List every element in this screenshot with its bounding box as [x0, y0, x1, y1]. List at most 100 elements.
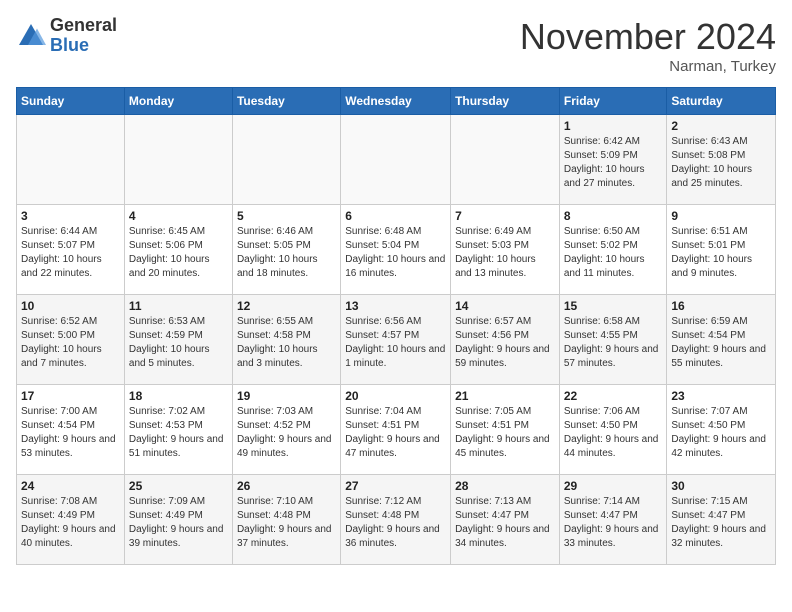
logo-text: General Blue [50, 16, 117, 56]
calendar-cell: 21 Sunrise: 7:05 AM Sunset: 4:51 PM Dayli… [451, 385, 560, 475]
day-info: Sunrise: 6:44 AM Sunset: 5:07 PM Dayligh… [21, 225, 120, 281]
calendar-cell: 18 Sunrise: 7:02 AM Sunset: 4:53 PM Dayli… [124, 385, 232, 475]
day-number: 16 [671, 299, 771, 313]
calendar-week-row: 24 Sunrise: 7:08 AM Sunset: 4:49 PM Dayli… [17, 475, 776, 565]
calendar-cell: 8 Sunrise: 6:50 AM Sunset: 5:02 PM Daylig… [559, 205, 667, 295]
day-number: 3 [21, 209, 120, 223]
day-info: Sunrise: 7:06 AM Sunset: 4:50 PM Dayligh… [564, 405, 663, 461]
day-info: Sunrise: 7:14 AM Sunset: 4:47 PM Dayligh… [564, 495, 663, 551]
calendar-cell: 19Sunrise: 7:03 AM Sunset: 4:52 PM Dayli… [232, 385, 340, 475]
day-info: Sunrise: 7:04 AM Sunset: 4:51 PM Dayligh… [345, 405, 446, 461]
day-number: 24 [21, 479, 120, 493]
day-info: Sunrise: 7:02 AM Sunset: 4:53 PM Dayligh… [129, 405, 228, 461]
calendar-cell: 26 Sunrise: 7:10 AM Sunset: 4:48 PM Dayli… [232, 475, 340, 565]
day-number: 14 [455, 299, 555, 313]
location: Narman, Turkey [520, 58, 776, 75]
day-number: 18 [129, 389, 228, 403]
logo-icon [16, 21, 46, 51]
day-number: 1 [564, 119, 663, 133]
day-info: Sunrise: 7:07 AM Sunset: 4:50 PM Dayligh… [671, 405, 771, 461]
day-number: 29 [564, 479, 663, 493]
day-number: 8 [564, 209, 663, 223]
day-number: 22 [564, 389, 663, 403]
day-info: Sunrise: 7:15 AM Sunset: 4:47 PM Dayligh… [671, 495, 771, 551]
day-info: Sunrise: 6:42 AM Sunset: 5:09 PM Dayligh… [564, 135, 663, 191]
day-info: Sunrise: 6:45 AM Sunset: 5:06 PM Dayligh… [129, 225, 228, 281]
calendar-week-row: 17 Sunrise: 7:00 AM Sunset: 4:54 PM Dayli… [17, 385, 776, 475]
calendar-cell: 17 Sunrise: 7:00 AM Sunset: 4:54 PM Dayli… [17, 385, 125, 475]
day-info: Sunrise: 7:13 AM Sunset: 4:47 PM Dayligh… [455, 495, 555, 551]
day-number: 28 [455, 479, 555, 493]
day-info: Sunrise: 6:43 AM Sunset: 5:08 PM Dayligh… [671, 135, 771, 191]
calendar-week-row: 1 Sunrise: 6:42 AM Sunset: 5:09 PM Daylig… [17, 115, 776, 205]
weekday-header-row: SundayMondayTuesdayWednesdayThursdayFrid… [17, 88, 776, 115]
day-number: 20 [345, 389, 446, 403]
day-info: Sunrise: 6:55 AM Sunset: 4:58 PM Dayligh… [237, 315, 336, 371]
day-number: 17 [21, 389, 120, 403]
day-number: 12 [237, 299, 336, 313]
calendar-cell: 10 Sunrise: 6:52 AM Sunset: 5:00 PM Dayli… [17, 295, 125, 385]
day-number: 27 [345, 479, 446, 493]
calendar-cell [451, 115, 560, 205]
calendar-week-row: 3 Sunrise: 6:44 AM Sunset: 5:07 PM Daylig… [17, 205, 776, 295]
day-number: 6 [345, 209, 446, 223]
day-number: 11 [129, 299, 228, 313]
day-info: Sunrise: 6:57 AM Sunset: 4:56 PM Dayligh… [455, 315, 555, 371]
weekday-header: Wednesday [341, 88, 451, 115]
day-info: Sunrise: 7:00 AM Sunset: 4:54 PM Dayligh… [21, 405, 120, 461]
calendar-cell: 25Sunrise: 7:09 AM Sunset: 4:49 PM Dayli… [124, 475, 232, 565]
calendar-table: SundayMondayTuesdayWednesdayThursdayFrid… [16, 87, 776, 565]
calendar-cell [17, 115, 125, 205]
calendar-cell: 12 Sunrise: 6:55 AM Sunset: 4:58 PM Dayli… [232, 295, 340, 385]
title-block: November 2024 Narman, Turkey [520, 16, 776, 75]
logo-blue: Blue [50, 35, 89, 55]
day-number: 30 [671, 479, 771, 493]
day-info: Sunrise: 6:50 AM Sunset: 5:02 PM Dayligh… [564, 225, 663, 281]
calendar-cell [232, 115, 340, 205]
day-number: 21 [455, 389, 555, 403]
weekday-header: Sunday [17, 88, 125, 115]
weekday-header: Saturday [667, 88, 776, 115]
logo-general: General [50, 15, 117, 35]
day-number: 23 [671, 389, 771, 403]
calendar-cell: 30 Sunrise: 7:15 AM Sunset: 4:47 PM Dayli… [667, 475, 776, 565]
calendar-cell: 2Sunrise: 6:43 AM Sunset: 5:08 PM Daylig… [667, 115, 776, 205]
calendar-cell: 1 Sunrise: 6:42 AM Sunset: 5:09 PM Daylig… [559, 115, 667, 205]
day-number: 7 [455, 209, 555, 223]
calendar-cell: 6 Sunrise: 6:48 AM Sunset: 5:04 PM Daylig… [341, 205, 451, 295]
calendar-cell: 24 Sunrise: 7:08 AM Sunset: 4:49 PM Dayli… [17, 475, 125, 565]
calendar-cell: 28 Sunrise: 7:13 AM Sunset: 4:47 PM Dayli… [451, 475, 560, 565]
calendar-cell: 20 Sunrise: 7:04 AM Sunset: 4:51 PM Dayli… [341, 385, 451, 475]
calendar-cell: 9Sunrise: 6:51 AM Sunset: 5:01 PM Daylig… [667, 205, 776, 295]
day-info: Sunrise: 6:48 AM Sunset: 5:04 PM Dayligh… [345, 225, 446, 281]
calendar-cell [124, 115, 232, 205]
calendar-cell: 14 Sunrise: 6:57 AM Sunset: 4:56 PM Dayli… [451, 295, 560, 385]
calendar-cell: 7 Sunrise: 6:49 AM Sunset: 5:03 PM Daylig… [451, 205, 560, 295]
day-number: 15 [564, 299, 663, 313]
day-number: 10 [21, 299, 120, 313]
calendar-cell: 23 Sunrise: 7:07 AM Sunset: 4:50 PM Dayli… [667, 385, 776, 475]
day-number: 26 [237, 479, 336, 493]
month-title: November 2024 [520, 16, 776, 58]
weekday-header: Thursday [451, 88, 560, 115]
day-info: Sunrise: 6:49 AM Sunset: 5:03 PM Dayligh… [455, 225, 555, 281]
day-number: 13 [345, 299, 446, 313]
weekday-header: Friday [559, 88, 667, 115]
calendar-cell: 15Sunrise: 6:58 AM Sunset: 4:55 PM Dayli… [559, 295, 667, 385]
logo: General Blue [16, 16, 117, 56]
day-info: Sunrise: 6:56 AM Sunset: 4:57 PM Dayligh… [345, 315, 446, 371]
day-number: 25 [129, 479, 228, 493]
calendar-cell: 16Sunrise: 6:59 AM Sunset: 4:54 PM Dayli… [667, 295, 776, 385]
day-info: Sunrise: 6:51 AM Sunset: 5:01 PM Dayligh… [671, 225, 771, 281]
weekday-header: Monday [124, 88, 232, 115]
day-info: Sunrise: 6:52 AM Sunset: 5:00 PM Dayligh… [21, 315, 120, 371]
day-number: 5 [237, 209, 336, 223]
day-info: Sunrise: 6:46 AM Sunset: 5:05 PM Dayligh… [237, 225, 336, 281]
calendar-cell: 27Sunrise: 7:12 AM Sunset: 4:48 PM Dayli… [341, 475, 451, 565]
day-number: 19 [237, 389, 336, 403]
day-info: Sunrise: 7:08 AM Sunset: 4:49 PM Dayligh… [21, 495, 120, 551]
day-info: Sunrise: 7:10 AM Sunset: 4:48 PM Dayligh… [237, 495, 336, 551]
day-info: Sunrise: 7:05 AM Sunset: 4:51 PM Dayligh… [455, 405, 555, 461]
weekday-header: Tuesday [232, 88, 340, 115]
calendar-cell: 3 Sunrise: 6:44 AM Sunset: 5:07 PM Daylig… [17, 205, 125, 295]
